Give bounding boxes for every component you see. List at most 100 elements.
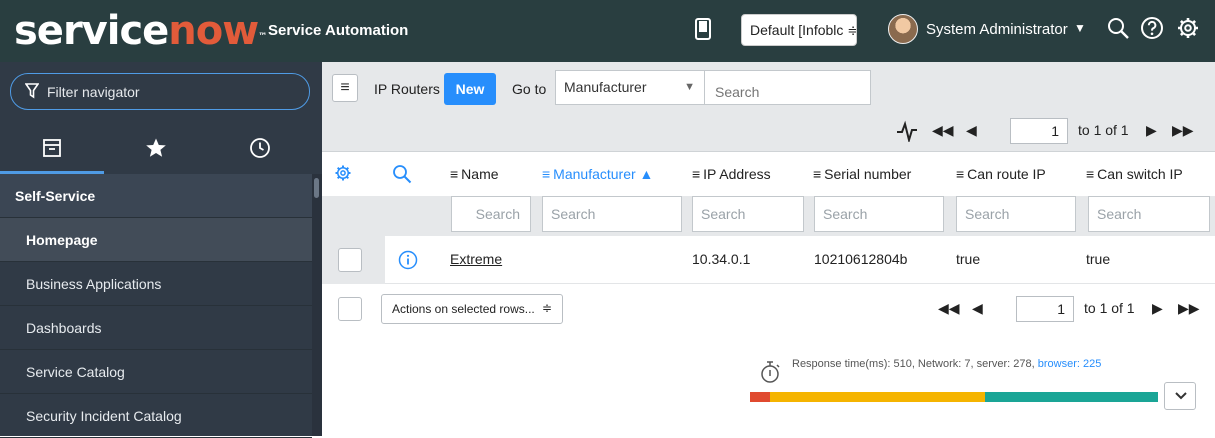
application-navigator: Self-Service Homepage Business Applicati… [0, 62, 322, 438]
nav-item-homepage[interactable]: Homepage [0, 218, 312, 262]
top-pagination: ◀◀ ◀ 1 to 1 of 1 ▶ ▶▶ [932, 118, 1215, 144]
column-menu-icon: ≡ [1086, 166, 1095, 182]
tab-history[interactable] [208, 122, 312, 174]
search-serial-number-input[interactable]: Search [814, 196, 944, 232]
column-header-manufacturer[interactable]: ≡ Manufacturer ▲ [542, 166, 653, 182]
search-manufacturer-input[interactable]: Search [542, 196, 682, 232]
table-row: Extreme 10.34.0.1 10210612804b true true [322, 236, 1215, 284]
domain-select[interactable]: Default [Infoblc ≑ [741, 14, 857, 46]
search-can-route-ip-input[interactable]: Search [956, 196, 1076, 232]
filter-navigator[interactable] [10, 73, 310, 110]
navigator-tabs [0, 122, 312, 174]
list-search-input[interactable] [705, 70, 871, 105]
avatar[interactable] [888, 14, 918, 44]
filter-icon [25, 83, 39, 99]
navigator-scrollbar[interactable] [312, 174, 322, 436]
page-number-input[interactable]: 1 [1016, 296, 1074, 322]
chevron-down-icon[interactable]: ▼ [1074, 21, 1086, 35]
goto-field-select[interactable]: Manufacturer ▼ [555, 70, 705, 105]
column-menu-icon: ≡ [450, 166, 459, 182]
column-header-ip-address[interactable]: ≡ IP Address [692, 166, 771, 182]
bottom-pagination: ◀◀ ◀ 1 to 1 of 1 ▶ ▶▶ [938, 296, 1215, 322]
page-number-input[interactable]: 1 [1010, 118, 1068, 144]
list-actions-row: Actions on selected rows... ≑ ◀◀ ◀ 1 to … [322, 284, 1215, 334]
cell-name-link[interactable]: Extreme [450, 251, 502, 267]
column-menu-icon: ≡ [956, 166, 965, 182]
server-time-segment [770, 392, 985, 402]
hamburger-icon: ≡ [340, 79, 350, 96]
column-menu-icon: ≡ [813, 166, 822, 182]
column-search-row: Search Search Search Search Search Searc… [322, 196, 1215, 236]
filter-navigator-input[interactable] [47, 82, 297, 102]
chevron-down-icon: ▼ [684, 81, 695, 93]
actions-on-selected-rows-select[interactable]: Actions on selected rows... ≑ [381, 294, 563, 324]
record-count: to 1 of 1 [1084, 300, 1135, 316]
cell-ip-address: 10.34.0.1 [692, 251, 751, 267]
gear-icon[interactable] [1176, 16, 1200, 40]
goto-field-value: Manufacturer [564, 79, 647, 95]
nav-item-business-applications[interactable]: Business Applications [0, 262, 312, 306]
tab-all-applications[interactable] [0, 122, 104, 174]
list-title: IP Routers [374, 81, 440, 97]
response-time-bar [750, 392, 1158, 402]
column-search-icon[interactable] [392, 164, 412, 184]
navigator-list: Self-Service Homepage Business Applicati… [0, 174, 312, 438]
info-icon[interactable] [398, 250, 418, 270]
nav-item-security-incident-catalog[interactable]: Security Incident Catalog [0, 394, 312, 438]
user-menu[interactable]: System Administrator [926, 21, 1068, 38]
expand-details-button[interactable] [1164, 382, 1196, 410]
column-header-can-switch-ip[interactable]: ≡ Can switch IP [1086, 166, 1183, 182]
next-page-icon[interactable]: ▶ [1146, 122, 1157, 139]
chevron-down-icon [1175, 392, 1187, 400]
goto-label: Go to [512, 81, 547, 97]
search-name-input[interactable]: Search [451, 196, 531, 232]
select-all-checkbox[interactable] [338, 297, 362, 321]
nav-item-dashboards[interactable]: Dashboards [0, 306, 312, 350]
activity-icon[interactable] [896, 120, 918, 142]
logo-service-text: service [14, 8, 169, 54]
new-button[interactable]: New [444, 73, 496, 105]
previous-page-icon[interactable]: ◀ [972, 300, 983, 317]
first-page-icon[interactable]: ◀◀ [938, 300, 960, 317]
list-context-menu-button[interactable]: ≡ [332, 74, 358, 102]
column-header-can-route-ip[interactable]: ≡ Can route IP [956, 166, 1046, 182]
previous-page-icon[interactable]: ◀ [966, 122, 977, 139]
network-time-segment [750, 392, 771, 402]
scrollbar-thumb[interactable] [314, 178, 319, 198]
cell-can-route-ip: true [956, 251, 981, 267]
actions-select-label: Actions on selected rows... [392, 302, 535, 316]
column-header-name[interactable]: ≡ Name [450, 166, 499, 182]
nav-item-service-catalog[interactable]: Service Catalog [0, 350, 312, 394]
servicenow-logo[interactable]: servicenow™ [14, 8, 267, 54]
tab-favorites[interactable] [104, 122, 208, 174]
column-header-serial-number[interactable]: ≡ Serial number [813, 166, 911, 182]
document-icon[interactable] [695, 18, 711, 40]
next-page-icon[interactable]: ▶ [1152, 300, 1163, 317]
list-content: ≡ IP Routers New Go to Manufacturer ▼ ◀◀… [322, 62, 1215, 436]
record-count: to 1 of 1 [1078, 122, 1129, 138]
nav-section-self-service[interactable]: Self-Service [0, 174, 312, 218]
search-ip-address-input[interactable]: Search [692, 196, 804, 232]
cell-serial-number: 10210612804b [814, 251, 908, 267]
cell-can-switch-ip: true [1086, 251, 1111, 267]
column-header-row: ≡ Name ≡ Manufacturer ▲ ≡ IP Address ≡ Seria… [322, 152, 1215, 196]
logo-now-text: now [168, 8, 259, 54]
search-can-switch-ip-input[interactable]: Search [1088, 196, 1210, 232]
column-menu-icon: ≡ [542, 166, 551, 182]
first-page-icon[interactable]: ◀◀ [932, 122, 954, 139]
top-header: servicenow™ Service Automation Default [… [0, 0, 1215, 62]
last-page-icon[interactable]: ▶▶ [1172, 122, 1194, 139]
last-page-icon[interactable]: ▶▶ [1178, 300, 1200, 317]
logo-trademark: ™ [258, 32, 267, 42]
list-header: ≡ IP Routers New Go to Manufacturer ▼ ◀◀… [322, 62, 1215, 152]
stopwatch-icon [761, 361, 780, 383]
clock-icon [250, 138, 270, 158]
app-name: Service Automation [268, 22, 409, 39]
chevron-updown-icon: ≑ [541, 301, 552, 315]
archive-icon [43, 139, 61, 157]
browser-time-link[interactable]: browser: 225 [1038, 358, 1102, 370]
personalize-list-gear-icon[interactable] [334, 164, 352, 182]
row-checkbox[interactable] [338, 248, 362, 272]
help-icon[interactable] [1140, 16, 1164, 40]
search-icon[interactable] [1106, 16, 1130, 40]
